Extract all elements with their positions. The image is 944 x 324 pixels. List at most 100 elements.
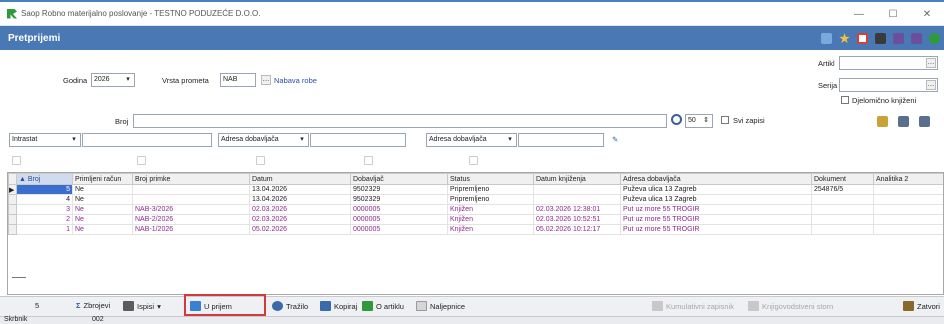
table-row[interactable]: 1 Ne NAB-1/2026 05.02.2026 0000005 Knjiž… (8, 224, 943, 235)
cell-datum[interactable]: 13.04.2026 (249, 184, 351, 195)
cell-datum[interactable]: 02.03.2026 (249, 214, 351, 225)
cell-dobavljac[interactable]: 0000005 (350, 224, 448, 235)
table-row[interactable]: 3 Ne NAB-3/2026 02.03.2026 0000005 Knjiž… (8, 204, 943, 215)
users-icon[interactable] (911, 33, 922, 44)
chevron-down-icon[interactable]: ▾ (157, 302, 161, 311)
cell-primka[interactable] (132, 184, 250, 195)
col-header-broj-primke[interactable]: Broj primke (132, 173, 250, 185)
column-filter-icon[interactable] (256, 156, 265, 165)
o-artiklu-button[interactable]: O artiklu (362, 301, 404, 311)
cell-adresa[interactable]: Puževa ulica 13 Zagreb (620, 194, 812, 205)
cell-status[interactable]: Pripremljeno (447, 194, 534, 205)
minimize-button[interactable]: — (842, 2, 876, 26)
cell-analitika[interactable] (873, 204, 943, 215)
cell-dokument[interactable] (811, 204, 874, 215)
cell-adresa[interactable]: Put uz more 55 TROGIR (620, 204, 812, 215)
col-header-dobavljac[interactable]: Dobavljač (350, 173, 448, 185)
col-header-broj[interactable]: ▲ Broj (16, 173, 73, 185)
cell-broj[interactable]: 4 (16, 194, 73, 205)
cell-adresa[interactable]: Puževa ulica 13 Zagreb (620, 184, 812, 195)
cell-primka[interactable]: NAB-2/2026 (132, 214, 250, 225)
chevron-down-icon[interactable]: ▾ (69, 135, 79, 145)
print-icon[interactable] (875, 33, 886, 44)
col-header-datum[interactable]: Datum (249, 173, 351, 185)
vrsta-lookup-button[interactable]: … (257, 73, 271, 87)
serija-input[interactable]: … (839, 78, 938, 92)
chevron-down-icon[interactable]: ▾ (505, 135, 515, 145)
artikl-lookup-icon[interactable]: … (926, 58, 936, 68)
broj-search-input[interactable] (133, 114, 667, 128)
table-row[interactable]: 4 Ne 13.04.2026 9502329 Pripremljeno Puž… (8, 194, 943, 205)
count-stepper-icon[interactable]: ⇕ (701, 116, 711, 126)
favorites-star-icon[interactable] (839, 33, 850, 44)
zbrojevi-button[interactable]: Σ Zbrojevi (76, 301, 110, 310)
cell-broj[interactable]: 2 (16, 214, 73, 225)
kopiraj-button[interactable]: Kopiraj (320, 301, 357, 311)
col-header-datum-knjizenja[interactable]: Datum knjiženja (533, 173, 621, 185)
godina-select[interactable]: 2026 ▾ (91, 73, 135, 87)
cell-datum-knjizenja[interactable] (533, 194, 621, 205)
cell-analitika[interactable] (873, 194, 943, 205)
cell-primljeni[interactable]: Ne (72, 184, 133, 195)
cell-dobavljac[interactable]: 0000005 (350, 204, 448, 215)
refresh-icon[interactable] (929, 33, 940, 44)
cell-primljeni[interactable]: Ne (72, 204, 133, 215)
cell-broj[interactable]: 3 (16, 204, 73, 215)
cell-primljeni[interactable]: Ne (72, 194, 133, 205)
svi-zapisi-checkbox[interactable] (721, 116, 729, 124)
grid-settings-icon[interactable] (877, 116, 888, 127)
adresa-filter-select-2[interactable]: Adresa dobavljača ▾ (426, 133, 517, 147)
chevron-down-icon[interactable]: ▾ (297, 135, 307, 145)
search-icon[interactable] (671, 114, 682, 125)
vrsta-prometa-input[interactable]: NAB (220, 73, 256, 87)
cell-status[interactable]: Knjižen (447, 204, 534, 215)
cell-broj[interactable]: 5 (16, 184, 73, 195)
cell-adresa[interactable]: Put uz more 55 TROGIR (620, 224, 812, 235)
trazilo-button[interactable]: Tražilo (272, 301, 308, 311)
artikl-input[interactable]: … (839, 56, 938, 70)
attachments-icon[interactable] (893, 33, 904, 44)
grid-export-icon[interactable] (898, 116, 909, 127)
cell-datum[interactable]: 05.02.2026 (249, 224, 351, 235)
table-row[interactable]: ▶ 5 Ne 13.04.2026 9502329 Pripremljeno P… (8, 184, 943, 195)
table-row[interactable]: 2 Ne NAB-2/2026 02.03.2026 0000005 Knjiž… (8, 214, 943, 225)
cell-status[interactable]: Knjižen (447, 224, 534, 235)
cell-adresa[interactable]: Put uz more 55 TROGIR (620, 214, 812, 225)
column-filter-icon[interactable] (469, 156, 478, 165)
cell-dokument[interactable]: 254876/5 (811, 184, 874, 195)
adresa-filter-value-2[interactable] (518, 133, 604, 147)
maximize-button[interactable]: ☐ (876, 2, 910, 26)
cell-datum[interactable]: 02.03.2026 (249, 204, 351, 215)
cell-dokument[interactable] (811, 214, 874, 225)
cell-dobavljac[interactable]: 9502329 (350, 184, 448, 195)
cell-primljeni[interactable]: Ne (72, 214, 133, 225)
cell-primka[interactable] (132, 194, 250, 205)
column-filter-icon[interactable] (364, 156, 373, 165)
chevron-down-icon[interactable]: ▾ (123, 75, 133, 85)
knjigovodstveni-storn-button[interactable]: Knjigovodstveni storn (748, 301, 833, 311)
record-count-input[interactable]: 50 ⇕ (685, 114, 713, 128)
cell-dokument[interactable] (811, 194, 874, 205)
cell-status[interactable]: Pripremljeno (447, 184, 534, 195)
cell-status[interactable]: Knjižen (447, 214, 534, 225)
grid-columns-icon[interactable] (919, 116, 930, 127)
intrastat-filter-select[interactable]: Intrastat ▾ (9, 133, 81, 147)
cell-analitika[interactable] (873, 184, 943, 195)
adresa-filter-select-1[interactable]: Adresa dobavljača ▾ (218, 133, 309, 147)
cell-analitika[interactable] (873, 224, 943, 235)
adresa-filter-value-1[interactable] (310, 133, 406, 147)
col-header-status[interactable]: Status (447, 173, 534, 185)
serija-lookup-icon[interactable]: … (926, 80, 936, 90)
col-header-primljeni-racun[interactable]: Primljeni račun (72, 173, 133, 185)
window-layout-icon[interactable] (821, 33, 832, 44)
cell-datum-knjizenja[interactable] (533, 184, 621, 195)
cell-dobavljac[interactable]: 9502329 (350, 194, 448, 205)
lookup-ellipsis-icon[interactable]: … (261, 75, 271, 85)
cell-datum-knjizenja[interactable]: 02.03.2026 12:38:01 (533, 204, 621, 215)
cell-datum-knjizenja[interactable]: 05.02.2026 10:12:17 (533, 224, 621, 235)
djelomicno-checkbox[interactable] (841, 96, 849, 104)
col-header-analitika-2[interactable]: Analitika 2 (873, 173, 943, 185)
close-button[interactable]: ✕ (910, 2, 944, 26)
ispisi-button[interactable]: Ispisi ▾ (123, 301, 161, 311)
zatvori-button[interactable]: Zatvori (903, 301, 940, 311)
